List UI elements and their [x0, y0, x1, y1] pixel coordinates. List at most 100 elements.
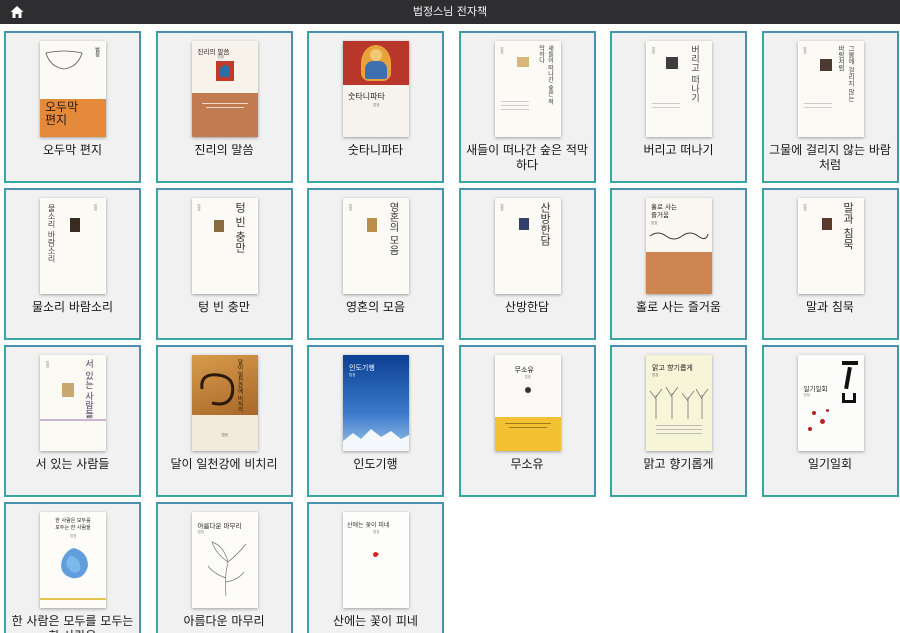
cover-title: 한 사람은 모두를 모두는 한 사람을	[55, 518, 91, 531]
book-cover: 새들이 떠나간 숲은 적막하다 법정	[494, 41, 561, 137]
book-card[interactable]: 일기일회 법정 일기일회	[761, 345, 899, 497]
book-title: 아름다운 마무리	[183, 614, 265, 628]
book-title: 일기일회	[807, 457, 853, 471]
book-cover: 서 있는 사람들 법정	[40, 355, 106, 451]
book-card[interactable]: 새들이 떠나간 숲은 적막하다 법정 새들이 떠나간 숲은 적막하다	[458, 31, 596, 183]
book-title: 텅 빈 충만	[198, 300, 250, 314]
book-cover: 텅 빈 충만 법정	[191, 198, 258, 294]
book-cover: 맑고 향기롭게 법정	[646, 355, 712, 451]
top-bar: 법정스님 전자책	[0, 0, 900, 24]
cover-title: 서 있는 사람들	[83, 359, 93, 419]
book-title: 영혼의 모음	[345, 300, 405, 314]
cover-author: 법정	[70, 534, 77, 538]
book-title: 그물에 걸리지 않는 바람처럼	[769, 143, 891, 172]
cover-author: 법정	[373, 103, 380, 107]
cover-title: 물소리 바람소리	[47, 204, 56, 263]
cover-author: 법정	[652, 373, 659, 377]
cover-title: 새들이 떠나간 숲은 적막하다	[537, 45, 554, 105]
cover-author: 법정	[652, 47, 656, 54]
book-title: 말과 침묵	[806, 300, 854, 314]
book-cover: 산에는 꽃이 피네 법정	[343, 512, 409, 608]
book-title: 산방한담	[504, 300, 550, 314]
book-card[interactable]: 말과 침묵 법정 말과 침묵	[761, 188, 899, 340]
cover-title: 버리고 떠나기	[689, 45, 699, 102]
cover-author: 법정	[94, 204, 98, 211]
book-title: 맑고 향기롭게	[643, 457, 714, 471]
book-title: 숫타니파타	[347, 143, 404, 157]
cover-title: 달이 일천강에 비치리	[236, 359, 243, 412]
book-cover: 인도기행 법정	[343, 355, 409, 451]
cover-title: 그물에 걸리지 않는 바람처럼	[836, 45, 855, 102]
cover-author: 법정	[197, 204, 202, 211]
book-cover: 달이 일천강에 비치리 법정	[191, 355, 258, 451]
book-cover: 홀로 사는 즐거움 법정	[646, 198, 712, 294]
book-card[interactable]: 물소리 바람소리 법정 물소리 바람소리	[4, 188, 141, 340]
cover-author: 법정	[803, 393, 810, 397]
book-cover: 법정 오두막 편지	[40, 41, 106, 137]
book-card[interactable]: 무소유 법정 무소유	[458, 345, 596, 497]
cover-author: 법정	[524, 375, 531, 379]
cover-title: 아름다운 마무리	[197, 522, 242, 530]
cover-author: 법정	[803, 204, 808, 211]
book-card[interactable]: 진리의 말씀 법정 진리의 말씀	[155, 31, 293, 183]
cover-author: 법정	[651, 221, 658, 225]
cover-title: 영혼의 모음	[387, 202, 398, 256]
book-cover: 영혼의 모음 법정	[343, 198, 409, 294]
book-cover: 산방한담 법정	[494, 198, 561, 294]
book-card[interactable]: 산방한담 법정 산방한담	[458, 188, 596, 340]
book-title: 산에는 꽃이 피네	[333, 614, 418, 628]
book-title: 한 사람은 모두를 모두는 한 사람을	[11, 614, 134, 633]
book-card[interactable]: 텅 빈 충만 법정 텅 빈 충만	[155, 188, 293, 340]
book-title: 서 있는 사람들	[35, 457, 110, 471]
bowl-icon	[45, 50, 83, 70]
book-card[interactable]: 홀로 사는 즐거움 법정 홀로 사는 즐거움	[610, 188, 747, 340]
book-card[interactable]: 숫타니파타 법정 숫타니파타	[307, 31, 444, 183]
cover-author: 법정	[373, 530, 380, 534]
cover-title: 인도기행	[349, 364, 375, 372]
book-card[interactable]: 아름다운 마무리 법정 아름다운 마무리	[155, 502, 293, 633]
cover-author: 법정	[349, 373, 356, 377]
cover-title: 홀로 사는 즐거움	[651, 203, 677, 219]
book-card[interactable]: 달이 일천강에 비치리 법정 달이 일천강에 비치리	[155, 345, 293, 497]
cover-title: 무소유	[514, 366, 534, 374]
book-title: 무소유	[510, 457, 544, 471]
book-title: 오두막 편지	[42, 143, 102, 157]
book-cover: 한 사람은 모두를 모두는 한 사람을 법정	[40, 512, 106, 608]
book-card[interactable]: 그물에 걸리지 않는 바람처럼 법정 그물에 걸리지 않는 바람처럼	[761, 31, 899, 183]
book-card[interactable]: 법정 오두막 편지 오두막 편지	[4, 31, 141, 183]
cover-title: 말과 침묵	[841, 202, 855, 250]
book-title: 인도기행	[353, 457, 398, 471]
book-card[interactable]: 영혼의 모음 법정 영혼의 모음	[307, 188, 444, 340]
cover-title: 숫타니파타	[348, 92, 385, 101]
book-card[interactable]: 버리고 떠나기 법정 버리고 떠나기	[610, 31, 747, 183]
cover-author: 법정	[349, 204, 353, 211]
page-title: 법정스님 전자책	[412, 5, 488, 18]
cover-author: 법정	[221, 433, 228, 437]
book-card[interactable]: 산에는 꽃이 피네 법정 산에는 꽃이 피네	[307, 502, 444, 633]
book-title: 달이 일천강에 비치리	[170, 457, 278, 471]
book-cover: 일기일회 법정	[797, 355, 864, 451]
book-card[interactable]: 한 사람은 모두를 모두는 한 사람을 법정 한 사람은 모두를 모두는 한 사…	[4, 502, 141, 633]
book-card[interactable]: 인도기행 법정 인도기행	[307, 345, 444, 497]
cover-author: 법정	[46, 361, 50, 368]
book-card[interactable]: 맑고 향기롭게 법정 맑고 향기롭게	[610, 345, 747, 497]
cover-title: 오두막 편지	[45, 100, 79, 127]
book-cover: 말과 침묵 법정	[797, 198, 864, 294]
book-title: 진리의 말씀	[194, 143, 254, 157]
book-cover: 물소리 바람소리 법정	[40, 198, 106, 294]
cover-title: 산에는 꽃이 피네	[347, 522, 390, 529]
book-card[interactable]: 서 있는 사람들 법정 서 있는 사람들	[4, 345, 141, 497]
cover-author: 법정	[217, 55, 224, 59]
cover-author: 법정	[197, 530, 204, 534]
cover-title: 진리의 말씀	[197, 48, 230, 56]
book-cover: 진리의 말씀 법정	[191, 41, 258, 137]
cover-author: 법정	[500, 47, 505, 54]
cover-title: 맑고 향기롭게	[652, 364, 693, 372]
book-title: 버리고 떠나기	[643, 143, 714, 157]
book-cover: 버리고 떠나기 법정	[646, 41, 712, 137]
cover-title: 텅 빈 충만	[233, 202, 247, 253]
book-cover: 숫타니파타 법정	[343, 41, 409, 137]
book-cover: 무소유 법정	[494, 355, 561, 451]
book-title: 새들이 떠나간 숲은 적막하다	[466, 143, 588, 172]
book-title: 물소리 바람소리	[31, 300, 114, 314]
